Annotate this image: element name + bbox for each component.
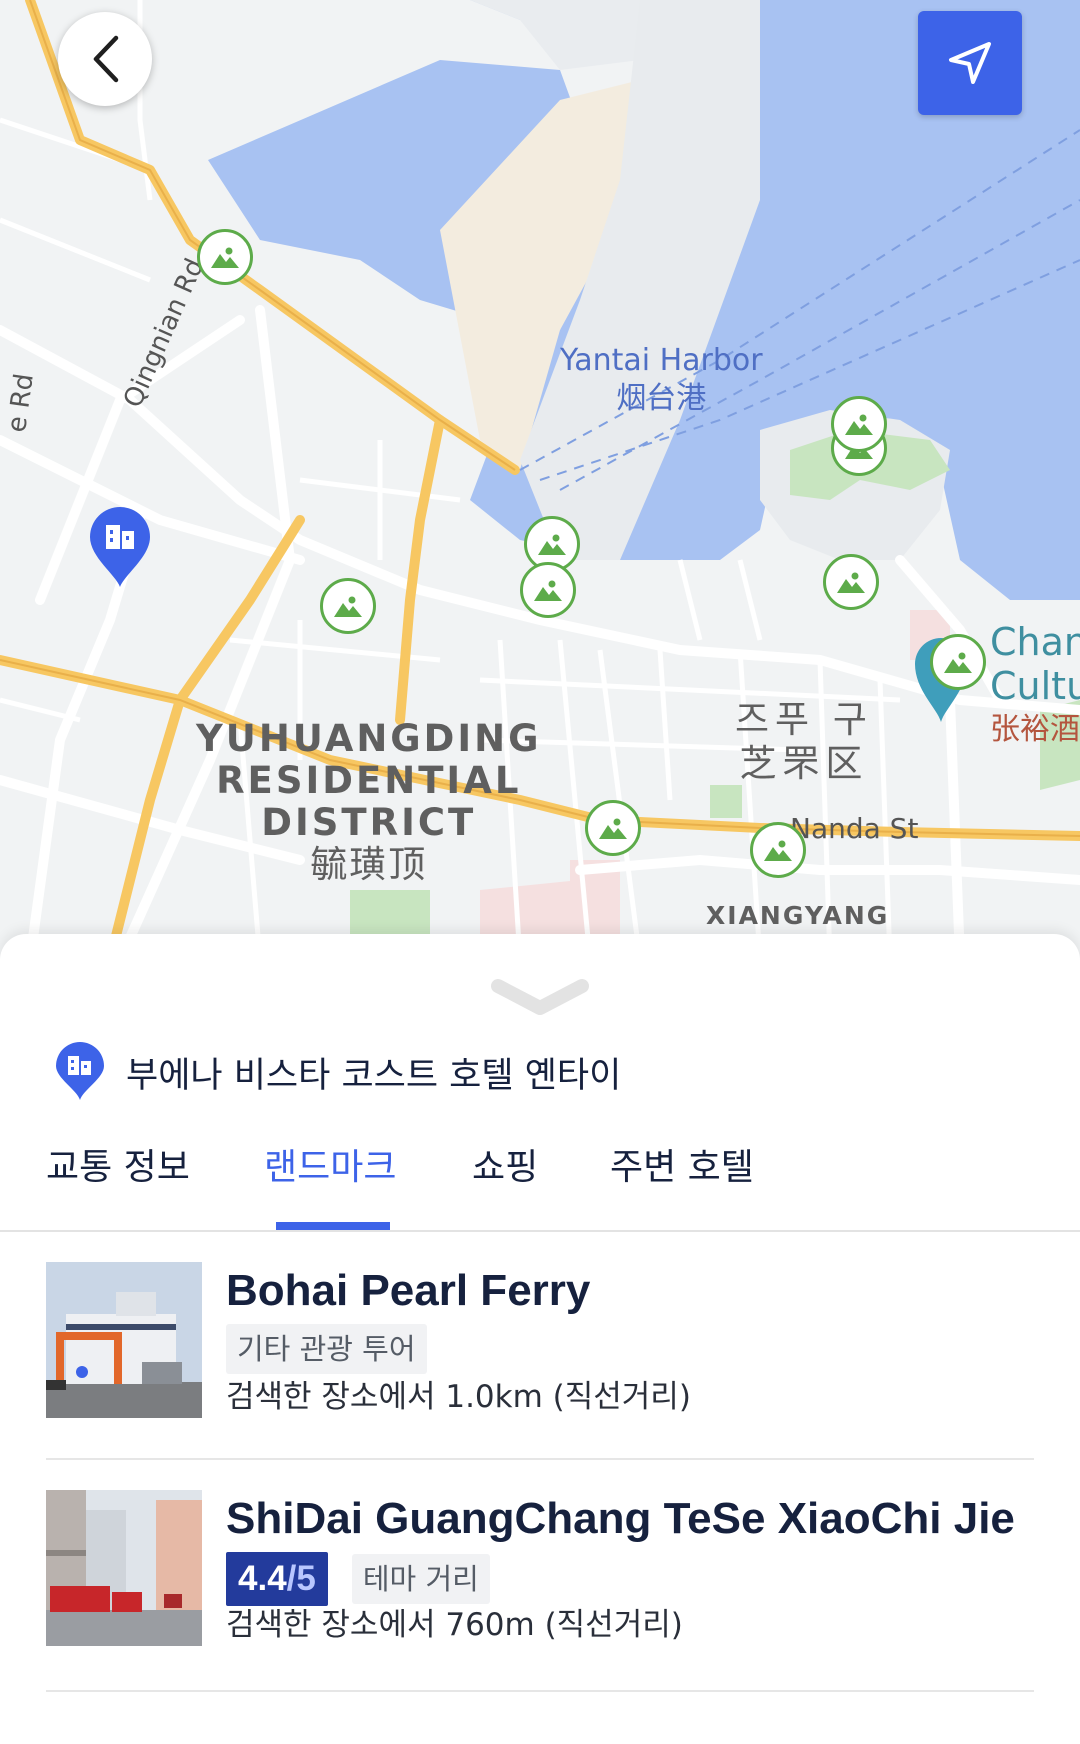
item-distance: 검색한 장소에서 760m (직선거리) (226, 1607, 683, 1643)
rating-badge: 4.4/5 (226, 1552, 328, 1606)
selected-hotel: 부에나 비스타 코스트 호텔 옌타이 (54, 1042, 621, 1102)
landmark-marker-icon[interactable] (520, 562, 576, 618)
item-meta: 기타 관광 투어 (226, 1324, 427, 1374)
item-meta: 4.4/5 테마 거리 (226, 1552, 490, 1606)
tab-landmarks[interactable]: 랜드마크 (264, 1134, 396, 1230)
item-distance: 검색한 장소에서 1.0km (직선거리) (226, 1379, 691, 1415)
map-label-changyu: Chan Cultu 张裕酒 (990, 620, 1080, 747)
category-tag: 기타 관광 투어 (226, 1324, 427, 1374)
map-label-zhifu: 즈푸 구 芝罘区 (735, 698, 873, 785)
active-tab-indicator (276, 1222, 390, 1230)
item-title: ShiDai GuangChang TeSe XiaoChi Jie (226, 1494, 1015, 1543)
landmark-marker-icon[interactable] (320, 578, 376, 634)
hotel-pin-icon (56, 1042, 104, 1100)
hotel-name: 부에나 비스타 코스트 호텔 옌타이 (126, 1055, 622, 1096)
landmark-marker-icon[interactable] (197, 229, 253, 285)
landmark-marker-icon[interactable] (585, 800, 641, 856)
category-tabs: 교통 정보 랜드마크 쇼핑 주변 호텔 (0, 1134, 1080, 1232)
map-label-yantai-harbor: Yantai Harbor 烟台港 (560, 343, 763, 416)
tab-nearby-hotels[interactable]: 주변 호텔 (610, 1134, 754, 1230)
navigation-arrow-icon (949, 42, 991, 84)
tab-transport[interactable]: 교통 정보 (46, 1134, 190, 1230)
rating-value: 4.4 (238, 1559, 287, 1598)
my-location-button[interactable] (918, 11, 1022, 115)
landmark-marker-icon[interactable] (831, 396, 887, 452)
back-button[interactable] (58, 12, 152, 106)
landmark-marker-icon[interactable] (750, 822, 806, 878)
map-label-xiangyang: XIANGYANG (706, 901, 890, 930)
list-item[interactable]: Bohai Pearl Ferry 기타 관광 투어 검색한 장소에서 1.0k… (46, 1262, 1034, 1460)
rating-denominator: /5 (286, 1559, 316, 1598)
hotel-pin-icon[interactable] (86, 505, 154, 589)
collapse-handle-icon[interactable] (488, 978, 592, 1018)
landmark-marker-icon[interactable] (930, 634, 986, 690)
map-label-nanda-st: Nanda St (790, 812, 919, 845)
tab-shopping[interactable]: 쇼핑 (472, 1134, 538, 1230)
landmark-marker-icon[interactable] (823, 554, 879, 610)
map-label-yuhuangding: YUHUANGDING RESIDENTIAL DISTRICT 毓璜顶 (196, 717, 542, 886)
chevron-left-icon (93, 35, 119, 83)
item-thumbnail (46, 1490, 202, 1646)
item-title: Bohai Pearl Ferry (226, 1266, 591, 1315)
map-view[interactable]: Yantai Harbor 烟台港 YUHUANGDING RESIDENTIA… (0, 0, 1080, 960)
list-item[interactable]: ShiDai GuangChang TeSe XiaoChi Jie 4.4/5… (46, 1490, 1034, 1692)
item-thumbnail (46, 1262, 202, 1418)
category-tag: 테마 거리 (351, 1554, 490, 1604)
